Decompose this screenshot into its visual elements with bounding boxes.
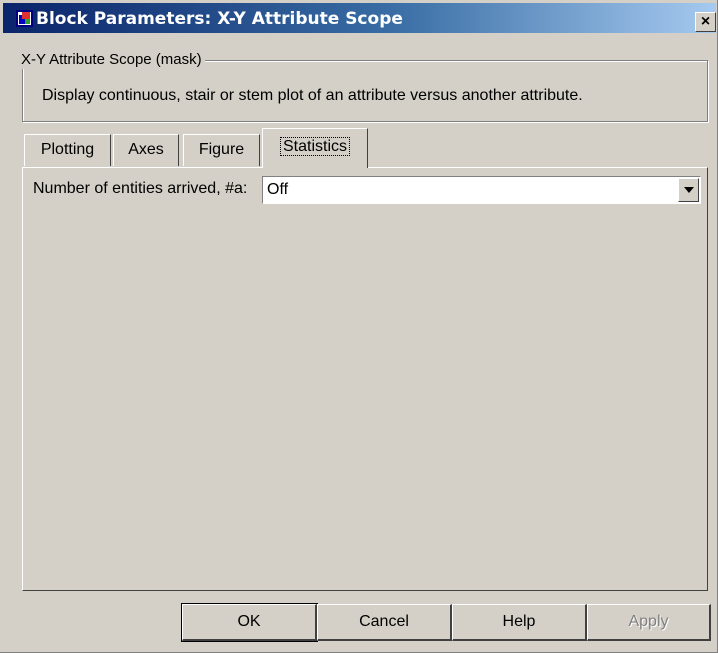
dropdown-value: Off bbox=[267, 181, 289, 198]
tab-statistics[interactable]: Statistics bbox=[262, 128, 368, 168]
chevron-down-icon[interactable] bbox=[678, 178, 699, 202]
block-parameters-dialog: Block Parameters: X-Y Attribute Scope × … bbox=[0, 0, 718, 653]
window-title: Block Parameters: X-Y Attribute Scope bbox=[36, 9, 403, 29]
tab-figure[interactable]: Figure bbox=[183, 134, 260, 166]
tab-label: Figure bbox=[198, 141, 245, 158]
statistics-tab-panel bbox=[22, 167, 708, 591]
tab-plotting[interactable]: Plotting bbox=[24, 134, 111, 166]
tab-label: Axes bbox=[128, 141, 164, 158]
mask-group-label: X-Y Attribute Scope (mask) bbox=[21, 51, 205, 69]
help-button[interactable]: Help bbox=[452, 604, 587, 641]
entities-arrived-dropdown[interactable]: Off bbox=[262, 176, 701, 204]
cancel-button[interactable]: Cancel bbox=[317, 604, 452, 641]
entities-arrived-label: Number of entities arrived, #a: bbox=[33, 180, 248, 197]
ok-button[interactable]: OK bbox=[181, 603, 318, 642]
title-bar[interactable]: Block Parameters: X-Y Attribute Scope bbox=[3, 3, 716, 33]
tab-axes[interactable]: Axes bbox=[113, 134, 179, 166]
close-button[interactable]: × bbox=[695, 12, 716, 32]
tab-label: Plotting bbox=[40, 141, 95, 158]
simulink-block-icon bbox=[16, 10, 33, 27]
tab-label: Statistics bbox=[279, 137, 350, 156]
apply-button[interactable]: Apply bbox=[587, 604, 711, 641]
mask-description: Display continuous, stair or stem plot o… bbox=[42, 87, 583, 104]
